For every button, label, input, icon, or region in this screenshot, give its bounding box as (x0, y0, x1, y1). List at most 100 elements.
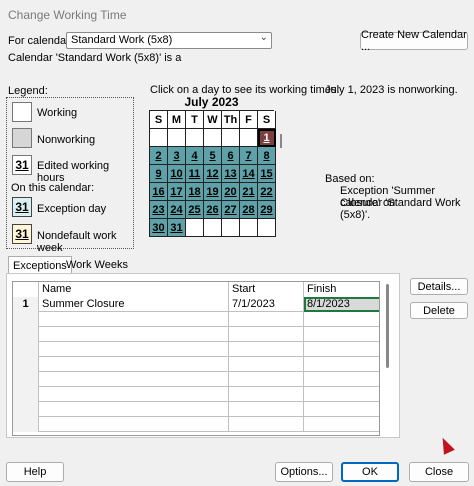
day-number: 31 (170, 221, 183, 234)
table-scrollbar[interactable] (386, 284, 389, 368)
delete-button[interactable]: Delete (410, 302, 468, 319)
table-row[interactable] (13, 402, 379, 417)
calendar-day[interactable]: 28 (240, 201, 258, 219)
cell-start[interactable] (229, 387, 304, 402)
cell-start[interactable] (229, 372, 304, 387)
cell-start[interactable]: 7/1/2023 (229, 297, 304, 312)
cell-name[interactable] (39, 342, 229, 357)
weekday-header[interactable]: S (150, 111, 168, 129)
edited-swatch-number: 31 (15, 158, 29, 172)
day-number: 18 (188, 185, 201, 198)
cell-finish[interactable]: 8/1/2023 (304, 297, 379, 312)
tab-work-weeks[interactable]: Work Weeks (62, 256, 132, 274)
calendar-day[interactable]: 1 (258, 129, 276, 147)
cell-name[interactable] (39, 327, 229, 342)
weekday-header[interactable]: W (204, 111, 222, 129)
calendar-day[interactable]: 24 (168, 201, 186, 219)
weekday-header[interactable]: F (240, 111, 258, 129)
calendar-day[interactable]: 23 (150, 201, 168, 219)
table-row[interactable] (13, 312, 379, 327)
cell-finish[interactable] (304, 342, 379, 357)
cell-finish[interactable] (304, 312, 379, 327)
row-number (13, 402, 39, 417)
details-button[interactable]: Details... (410, 278, 468, 295)
table-row[interactable] (13, 372, 379, 387)
cell-finish[interactable] (304, 387, 379, 402)
cell-start[interactable] (229, 357, 304, 372)
calendar-select[interactable]: Standard Work (5x8) ⌄ (66, 32, 272, 49)
cell-start[interactable] (229, 312, 304, 327)
calendar-day[interactable]: 20 (222, 183, 240, 201)
header-name[interactable]: Name (39, 282, 229, 297)
ok-button[interactable]: OK (341, 462, 399, 482)
weekday-header[interactable]: T (186, 111, 204, 129)
row-number (13, 387, 39, 402)
cell-start[interactable] (229, 417, 304, 432)
cell-name[interactable] (39, 387, 229, 402)
calendar-day[interactable]: 2 (150, 147, 168, 165)
cell-start[interactable] (229, 327, 304, 342)
weekday-header[interactable]: Th (222, 111, 240, 129)
on-this-calendar-label: On this calendar: (11, 182, 95, 194)
options-button[interactable]: Options... (275, 462, 333, 482)
month-calendar: July 2023 S M T W Th F S 1 2 3 4 5 6 7 8 9 10 11 12 13 14 15 1… (149, 95, 276, 245)
calendar-day[interactable]: 9 (150, 165, 168, 183)
calendar-empty-cell (204, 129, 222, 147)
day-number: 30 (152, 221, 165, 234)
close-button[interactable]: Close (409, 462, 469, 482)
calendar-scrollbar[interactable] (280, 134, 282, 148)
calendar-day[interactable]: 10 (168, 165, 186, 183)
calendar-day[interactable]: 22 (258, 183, 276, 201)
calendar-day[interactable]: 27 (222, 201, 240, 219)
cell-name[interactable] (39, 402, 229, 417)
cell-name[interactable] (39, 372, 229, 387)
cell-finish[interactable] (304, 402, 379, 417)
day-number: 9 (155, 167, 162, 180)
calendar-day[interactable]: 31 (168, 219, 186, 237)
cell-finish[interactable] (304, 327, 379, 342)
table-row[interactable] (13, 387, 379, 402)
calendar-day[interactable]: 29 (258, 201, 276, 219)
calendar-day[interactable]: 6 (222, 147, 240, 165)
calendar-day[interactable]: 26 (204, 201, 222, 219)
weekday-header[interactable]: M (168, 111, 186, 129)
cell-name[interactable] (39, 357, 229, 372)
calendar-day[interactable]: 14 (240, 165, 258, 183)
calendar-day[interactable]: 8 (258, 147, 276, 165)
calendar-day[interactable]: 16 (150, 183, 168, 201)
table-row[interactable] (13, 327, 379, 342)
weekday-header[interactable]: S (258, 111, 276, 129)
cell-finish[interactable] (304, 357, 379, 372)
cell-start[interactable] (229, 342, 304, 357)
cell-start[interactable] (229, 402, 304, 417)
calendar-day[interactable]: 17 (168, 183, 186, 201)
calendar-day[interactable]: 25 (186, 201, 204, 219)
calendar-day[interactable]: 19 (204, 183, 222, 201)
cell-finish[interactable] (304, 372, 379, 387)
calendar-day[interactable]: 4 (186, 147, 204, 165)
table-row[interactable]: 1 Summer Closure 7/1/2023 8/1/2023 (13, 297, 379, 312)
help-button[interactable]: Help (6, 462, 64, 482)
calendar-day[interactable]: 7 (240, 147, 258, 165)
cell-name[interactable] (39, 312, 229, 327)
table-row[interactable] (13, 417, 379, 432)
header-start[interactable]: Start (229, 282, 304, 297)
cell-name[interactable]: Summer Closure (39, 297, 229, 312)
calendar-day[interactable]: 11 (186, 165, 204, 183)
calendar-day[interactable]: 15 (258, 165, 276, 183)
calendar-day[interactable]: 18 (186, 183, 204, 201)
calendar-day[interactable]: 12 (204, 165, 222, 183)
table-row[interactable] (13, 357, 379, 372)
calendar-day[interactable]: 21 (240, 183, 258, 201)
header-finish[interactable]: Finish (304, 282, 379, 297)
calendar-day[interactable]: 3 (168, 147, 186, 165)
day-number: 14 (242, 167, 255, 180)
calendar-day[interactable]: 30 (150, 219, 168, 237)
create-new-calendar-button[interactable]: Create New Calendar ... (360, 29, 468, 53)
cell-finish[interactable] (304, 417, 379, 432)
cell-name[interactable] (39, 417, 229, 432)
calendar-day[interactable]: 13 (222, 165, 240, 183)
table-row[interactable] (13, 342, 379, 357)
calendar-day[interactable]: 5 (204, 147, 222, 165)
day-number: 5 (209, 149, 216, 162)
